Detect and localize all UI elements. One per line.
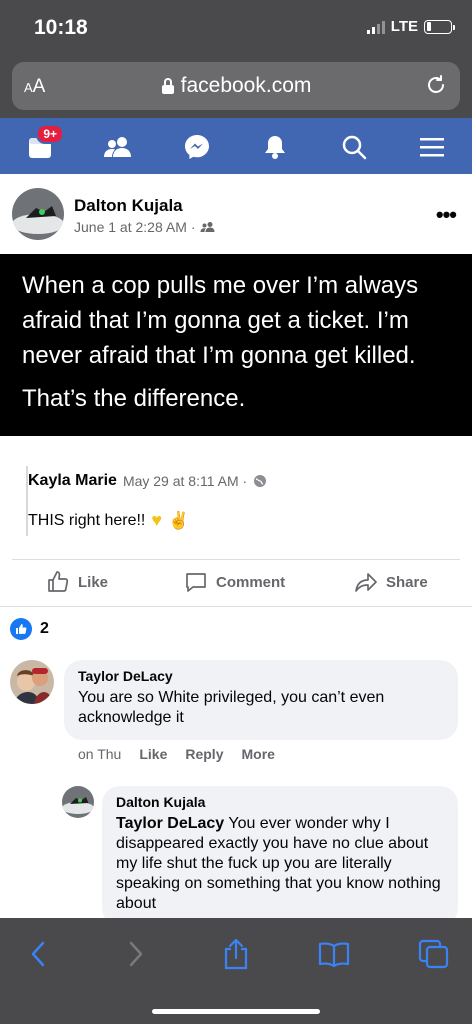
author-avatar[interactable]	[12, 188, 64, 240]
messenger-icon	[185, 135, 209, 159]
shared-text-row: THIS right here!! ♥ ✌	[28, 510, 189, 531]
comment-label: Comment	[216, 573, 286, 591]
forward-button[interactable]	[116, 936, 156, 972]
address-bar[interactable]: AA facebook.com	[12, 62, 460, 110]
post-timestamp[interactable]: June 1 at 2:28 AM	[74, 219, 187, 235]
nav-menu[interactable]	[412, 130, 452, 164]
meta-separator: ·	[190, 219, 196, 235]
tabs-button[interactable]	[414, 936, 454, 972]
comment-author[interactable]: Taylor DeLacy	[78, 668, 444, 684]
yellow-heart-icon: ♥	[151, 510, 163, 530]
nav-messenger[interactable]	[177, 130, 217, 164]
nav-notifications[interactable]	[255, 130, 295, 164]
url-display[interactable]: facebook.com	[12, 74, 460, 98]
share-icon	[355, 573, 377, 592]
status-time: 10:18	[34, 16, 88, 39]
reactions-summary[interactable]: 2	[10, 618, 49, 640]
status-bar: 10:18 LTE	[0, 0, 472, 56]
like-reaction-icon	[10, 618, 32, 640]
network-label: LTE	[390, 18, 418, 35]
comment-actions: on Thu Like Reply More	[78, 746, 275, 762]
comment-like-button[interactable]: Like	[139, 746, 167, 762]
reply-avatar[interactable]	[62, 786, 94, 818]
home-indicator	[152, 1009, 320, 1014]
post-meta: June 1 at 2:28 AM ·	[74, 219, 216, 235]
share-sheet-button[interactable]	[216, 936, 256, 972]
nav-friends[interactable]	[98, 130, 138, 164]
reply-bubble[interactable]: Dalton Kujala Taylor DeLacy You ever won…	[102, 786, 458, 926]
like-button[interactable]: Like	[46, 570, 108, 594]
browser-address-area: AA facebook.com	[0, 56, 472, 118]
globe-icon	[254, 475, 267, 487]
shared-post-text: THIS right here!!	[28, 511, 146, 529]
thumbs-up-icon	[48, 571, 69, 592]
shared-author-row: Kayla Marie May 29 at 8:11 AM ·	[28, 472, 267, 490]
reply-text: Taylor DeLacy You ever wonder why I disa…	[116, 814, 444, 914]
shared-post[interactable]: Kayla Marie May 29 at 8:11 AM · THIS rig…	[26, 466, 458, 536]
comment-button[interactable]: Comment	[184, 570, 285, 594]
hamburger-menu-icon	[420, 138, 444, 157]
share-button[interactable]: Share	[354, 570, 428, 594]
commenter-avatar[interactable]	[10, 660, 54, 704]
nav-home[interactable]: 9+	[20, 124, 64, 164]
comment-reply-button[interactable]: Reply	[185, 746, 223, 762]
friends-audience-icon	[200, 222, 215, 232]
reply-mention[interactable]: Taylor DeLacy	[116, 815, 224, 832]
share-sheet-icon	[224, 938, 248, 970]
quote-text: When a cop pulls me over I’m always afra…	[22, 272, 419, 369]
post-header: Dalton Kujala June 1 at 2:28 AM · •••	[0, 174, 472, 254]
forward-arrow-icon	[129, 941, 143, 967]
post-options-icon[interactable]: •••	[436, 202, 457, 228]
battery-icon	[424, 19, 455, 34]
comment-bubble[interactable]: Taylor DeLacy You are so White privilege…	[64, 660, 458, 740]
notifications-badge: 9+	[36, 124, 64, 144]
comment-more-button[interactable]: More	[241, 746, 274, 762]
bell-icon	[265, 136, 285, 159]
shared-timestamp[interactable]: May 29 at 8:11 AM ·	[123, 473, 247, 489]
share-label: Share	[386, 573, 428, 591]
comment-time: on Thu	[78, 746, 122, 762]
tabs-icon	[418, 939, 449, 969]
like-label: Like	[78, 573, 109, 591]
url-text: facebook.com	[180, 74, 312, 97]
comment-icon	[186, 573, 206, 592]
browser-toolbar	[0, 918, 472, 1024]
post-author-name[interactable]: Dalton Kujala	[74, 196, 183, 216]
shared-author-name[interactable]: Kayla Marie	[28, 472, 117, 490]
reload-icon[interactable]	[424, 73, 448, 102]
lock-icon	[161, 78, 174, 94]
battery-level	[426, 22, 432, 31]
divider	[0, 606, 472, 607]
bookmarks-book-icon	[318, 942, 350, 967]
search-icon	[342, 135, 367, 160]
nav-search[interactable]	[334, 130, 374, 164]
victory-hand-icon: ✌	[168, 510, 190, 530]
friends-icon	[104, 137, 131, 157]
comment-text: You are so White privileged, you can’t e…	[78, 689, 385, 726]
post-action-bar: Like Comment Share	[0, 562, 472, 606]
bookmarks-button[interactable]	[314, 936, 354, 972]
back-button[interactable]	[18, 936, 58, 972]
quote-conclusion: That’s the difference.	[22, 385, 246, 412]
post-image[interactable]: When a cop pulls me over I’m always afra…	[0, 254, 472, 436]
divider	[12, 559, 460, 560]
status-indicators: LTE	[366, 18, 455, 35]
reply-author[interactable]: Dalton Kujala	[116, 794, 444, 810]
signal-icon	[366, 20, 385, 34]
reaction-count: 2	[40, 620, 49, 637]
facebook-nav-bar: 9+	[0, 118, 472, 174]
back-arrow-icon	[31, 941, 45, 967]
